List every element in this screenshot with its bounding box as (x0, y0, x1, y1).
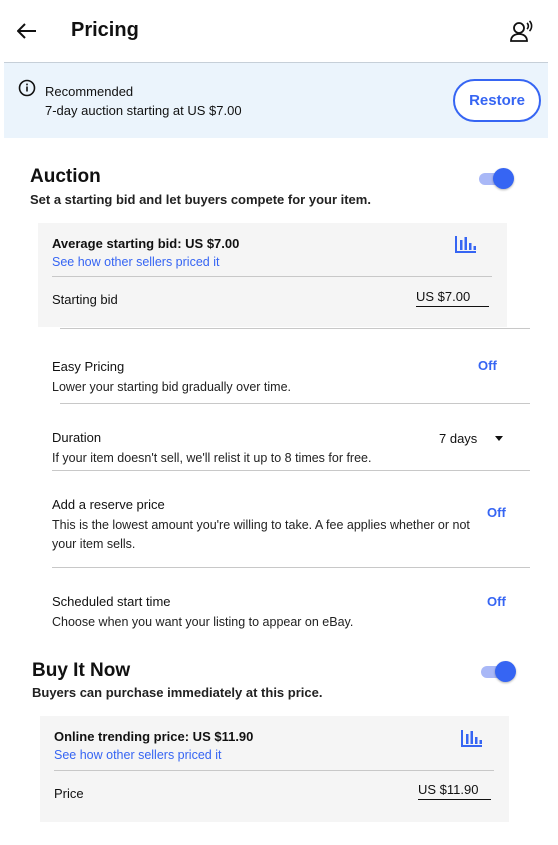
price-input[interactable]: US $11.90 (418, 782, 491, 800)
duration-select[interactable]: 7 days (439, 431, 504, 446)
divider (52, 276, 492, 277)
see-other-sellers-link[interactable]: See how other sellers priced it (52, 255, 219, 269)
easy-pricing-label: Easy Pricing (52, 359, 125, 374)
scheduled-start-value[interactable]: Off (487, 594, 506, 609)
scheduled-start-label: Scheduled start time (52, 594, 171, 609)
buy-it-now-section-title: Buy It Now (32, 660, 131, 681)
auction-section-title: Auction (30, 166, 101, 187)
back-arrow-icon[interactable] (14, 18, 40, 44)
banner-subtitle: 7-day auction starting at US $7.00 (45, 103, 242, 118)
divider (52, 470, 530, 471)
easy-pricing-description: Lower your starting bid gradually over t… (52, 380, 292, 394)
restore-button[interactable]: Restore (453, 79, 541, 122)
buy-it-now-toggle[interactable] (481, 661, 516, 682)
buy-it-now-price-guidance-box: Online trending price: US $11.90 See how… (40, 716, 509, 822)
online-trending-price-label: Online trending price: US $11.90 (54, 729, 254, 744)
dropdown-caret-icon (495, 436, 504, 441)
starting-bid-input[interactable]: US $7.00 (416, 289, 489, 307)
auction-toggle[interactable] (479, 168, 514, 189)
recommendation-banner: Recommended 7-day auction starting at US… (4, 62, 548, 138)
duration-label: Duration (52, 430, 102, 445)
duration-description: If your item doesn't sell, we'll relist … (52, 451, 372, 465)
toggle-knob (493, 168, 514, 189)
scheduled-start-description: Choose when you want your listing to app… (52, 615, 354, 629)
info-icon (18, 79, 36, 97)
divider (60, 403, 530, 404)
banner-title: Recommended (45, 84, 134, 99)
contact-support-icon[interactable] (508, 18, 536, 46)
average-starting-bid-label: Average starting bid: US $7.00 (52, 236, 240, 251)
duration-selected-value: 7 days (439, 431, 478, 446)
app-header: Pricing (0, 0, 558, 60)
auction-price-guidance-box: Average starting bid: US $7.00 See how o… (38, 223, 507, 327)
auction-section-subtitle: Set a starting bid and let buyers compet… (30, 192, 371, 207)
bar-chart-icon[interactable] (454, 234, 478, 254)
price-label: Price (54, 786, 84, 801)
buy-it-now-section-subtitle: Buyers can purchase immediately at this … (32, 685, 323, 700)
bar-chart-icon[interactable] (460, 728, 484, 748)
see-other-sellers-link[interactable]: See how other sellers priced it (54, 748, 221, 762)
easy-pricing-value[interactable]: Off (478, 358, 497, 373)
reserve-price-label: Add a reserve price (52, 497, 165, 512)
page-title: Pricing (71, 19, 139, 41)
divider (52, 567, 530, 568)
starting-bid-label: Starting bid (52, 292, 118, 307)
reserve-price-description: This is the lowest amount you're willing… (52, 518, 470, 551)
toggle-knob (495, 661, 516, 682)
divider (60, 328, 530, 329)
divider (54, 770, 494, 771)
reserve-price-value[interactable]: Off (487, 505, 506, 520)
